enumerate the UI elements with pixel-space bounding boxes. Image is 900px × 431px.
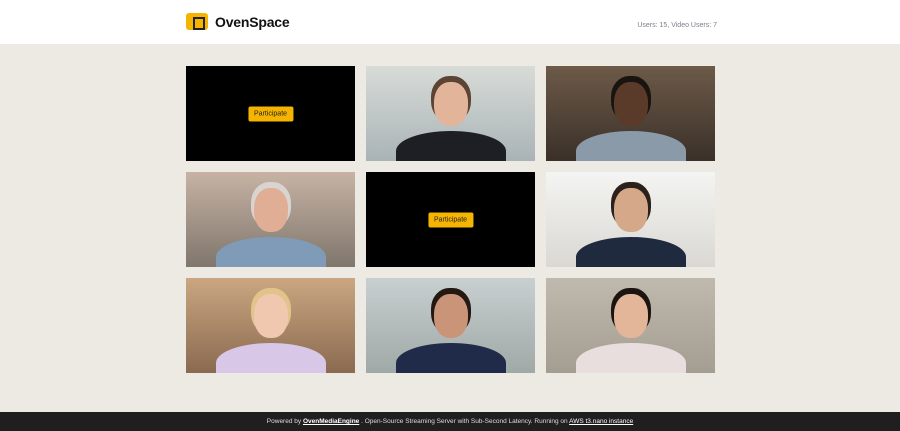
participant-video [546, 278, 715, 373]
footer-description: . Open-Source Streaming Server with Sub-… [361, 418, 568, 425]
ovenmediaengine-link[interactable]: OvenMediaEngine [303, 418, 359, 425]
participant-body [575, 343, 686, 373]
participant-video [186, 172, 355, 267]
participant-body [575, 131, 686, 161]
video-grid: Participate Participate [186, 66, 715, 373]
footer-powered-by: Powered by [266, 418, 302, 425]
participant-face [253, 294, 288, 338]
participant-video [186, 278, 355, 373]
header: OvenSpace Users: 15, Video Users: 7 [0, 0, 900, 44]
participate-button[interactable]: Participate [247, 106, 294, 121]
participant-face [613, 294, 648, 338]
user-count: Users: 15, Video Users: 7 [637, 22, 717, 29]
participant-video [546, 172, 715, 267]
participant-body [215, 237, 326, 267]
aws-instance-link[interactable]: AWS t3.nano instance [569, 418, 633, 425]
participant-video [366, 66, 535, 161]
empty-seat-tile: Participate [366, 172, 535, 267]
participant-body [215, 343, 326, 373]
participant-body [395, 131, 506, 161]
participant-face [433, 294, 468, 338]
empty-seat-tile: Participate [186, 66, 355, 161]
footer: Powered by OvenMediaEngine . Open-Source… [0, 412, 900, 431]
participant-video [546, 66, 715, 161]
participate-button[interactable]: Participate [427, 212, 474, 227]
logo[interactable]: OvenSpace [186, 13, 290, 30]
participant-face [613, 82, 648, 126]
participant-body [395, 343, 506, 373]
logo-icon [186, 13, 208, 30]
participant-video [366, 278, 535, 373]
participant-body [575, 237, 686, 267]
participant-face [613, 188, 648, 232]
participant-face [433, 82, 468, 126]
participant-face [253, 188, 288, 232]
app-name: OvenSpace [215, 13, 290, 30]
